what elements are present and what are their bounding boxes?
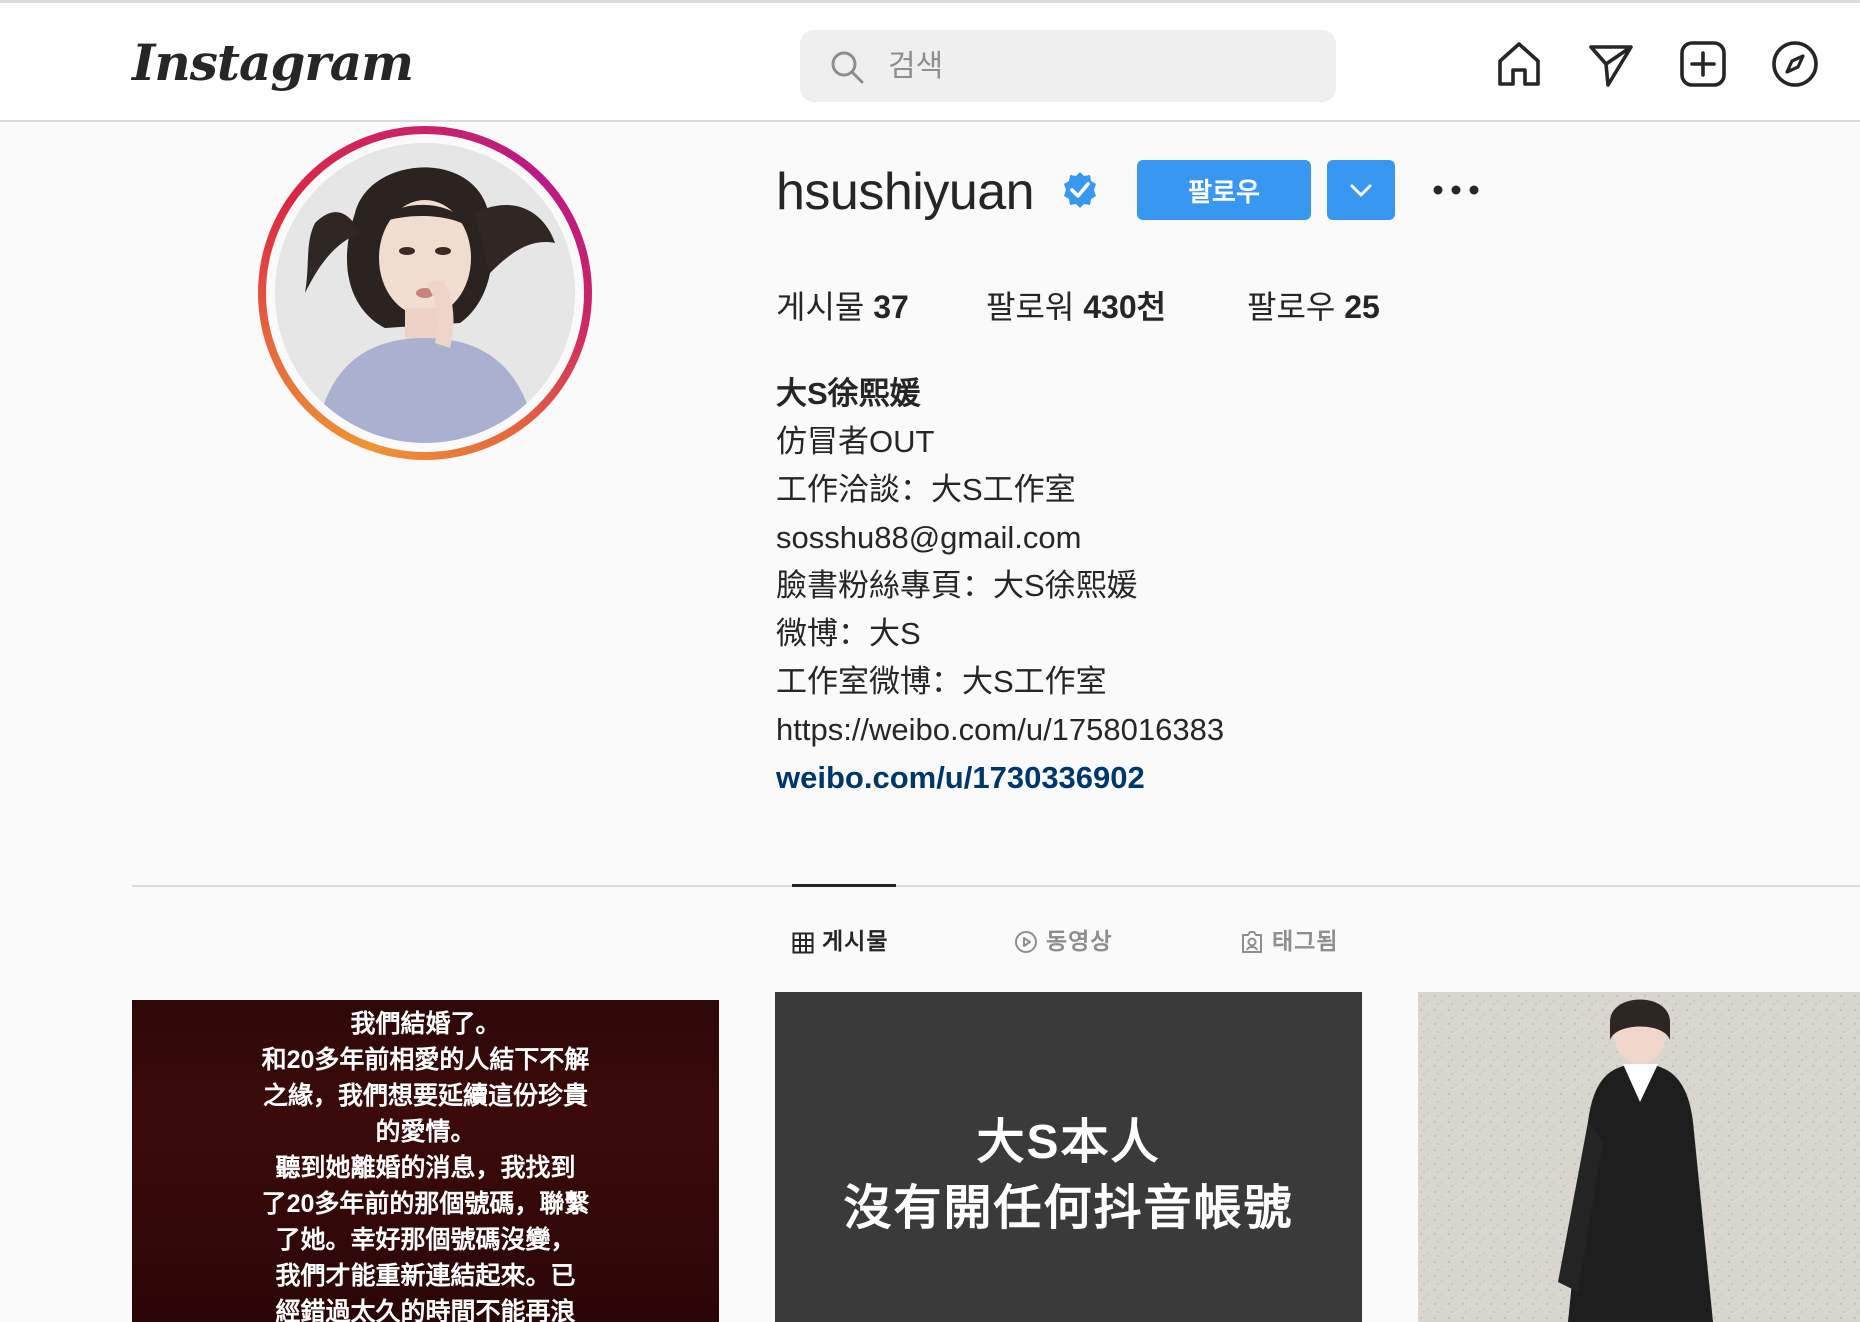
avatar-portrait-image [275,143,575,443]
tab-videos-label: 동영상 [1046,928,1113,954]
tab-posts-label: 게시물 [822,928,889,954]
post-text-line: 經錯過太久的時間不能再浪 [275,1298,576,1322]
avatar-border [266,134,584,452]
post-text-line: 的愛情。 [375,1118,476,1146]
bio-line: https://weibo.com/u/1758016383 [776,712,1225,747]
active-tab-indicator [792,884,896,887]
profile-username: hsushiyuan [776,163,1035,221]
post-text-line: 之緣，我們想要延續這份珍貴 [262,1082,588,1110]
search-input[interactable] [886,44,1310,90]
home-icon[interactable] [1494,39,1544,89]
following-label: 팔로우 [1247,289,1336,325]
more-options-icon[interactable] [1428,170,1484,210]
tagged-user-icon [1242,931,1262,953]
video-play-icon [1015,931,1037,953]
post-text-line: 和20多年前相愛的人結下不解 [261,1046,590,1074]
bio-line: 工作洽談：大S工作室 [776,472,1076,507]
post-caption-text: 大S本人 沒有開任何抖音帳號 [775,1110,1362,1242]
followers-label: 팔로워 [986,289,1075,325]
follow-button[interactable]: 팔로우 [1137,160,1311,220]
followers-count-stat[interactable]: 팔로워 430천 [986,282,1166,328]
posts-label: 게시물 [776,289,865,325]
grid-icon [792,932,814,954]
direct-message-icon[interactable] [1586,39,1636,89]
instagram-logo[interactable]: Instagram [132,33,414,92]
bio-full-name: 大S徐熙媛 [776,376,921,411]
profile-bio: 大S徐熙媛 仿冒者OUT 工作洽談：大S工作室 sosshu88@gmail.c… [776,370,1676,802]
post-text-line: 大S本人 [976,1116,1161,1169]
posts-count-stat: 게시물 37 [776,282,909,328]
top-navigation-bar: Instagram [0,0,1860,122]
profile-avatar[interactable] [275,143,575,443]
bio-line: 臉書粉絲專頁：大S徐熙媛 [776,568,1138,603]
bio-line: 微博：大S [776,616,921,651]
post-text-line: 我們結婚了。 [350,1010,501,1038]
post-text-line: 了20多年前的那個號碼，聯繫 [261,1190,590,1218]
bio-line: sosshu88@gmail.com [776,520,1082,555]
new-post-icon[interactable] [1678,39,1728,89]
post-caption-text: 我們結婚了。 和20多年前相愛的人結下不解 之緣，我們想要延續這份珍貴 的愛情。… [132,1006,719,1322]
post-text-line: 沒有開任何抖音帳號 [843,1182,1294,1235]
bio-line: 仿冒者OUT [776,424,935,459]
search-icon [831,51,864,84]
verified-badge-icon [1064,172,1096,208]
profile-avatar-story-ring[interactable] [258,126,592,460]
post-thumbnail[interactable]: 大S本人 沒有開任何抖音帳號 [775,992,1362,1322]
tab-tagged[interactable]: 태그됨 [1240,922,1338,956]
tab-tagged-label: 태그됨 [1272,928,1339,954]
bio-website-link[interactable]: weibo.com/u/1730336902 [776,754,1676,802]
chevron-down-icon [1350,184,1372,197]
posts-count: 37 [873,289,909,325]
tab-videos[interactable]: 동영상 [1014,922,1112,956]
search-box[interactable] [800,30,1336,102]
post-photo-image [1418,992,1860,1322]
post-text-line: 聽到她離婚的消息，我找到 [275,1154,576,1182]
post-thumbnail[interactable] [1418,992,1860,1322]
explore-icon[interactable] [1770,39,1820,89]
post-thumbnail[interactable]: 我們結婚了。 和20多年前相愛的人結下不解 之緣，我們想要延續這份珍貴 的愛情。… [132,992,719,1322]
profile-tabs-divider [132,885,1860,887]
post-text-line: 我們才能重新連結起來。已 [275,1262,576,1290]
suggested-accounts-button[interactable] [1327,160,1395,220]
bio-line: 工作室微博：大S工作室 [776,664,1107,699]
following-count: 25 [1344,289,1380,325]
followers-count: 430천 [1083,289,1167,325]
post-text-line: 了她。幸好那個號碼沒變， [275,1226,576,1254]
following-count-stat[interactable]: 팔로우 25 [1247,282,1380,328]
tab-posts[interactable]: 게시물 [792,922,888,956]
